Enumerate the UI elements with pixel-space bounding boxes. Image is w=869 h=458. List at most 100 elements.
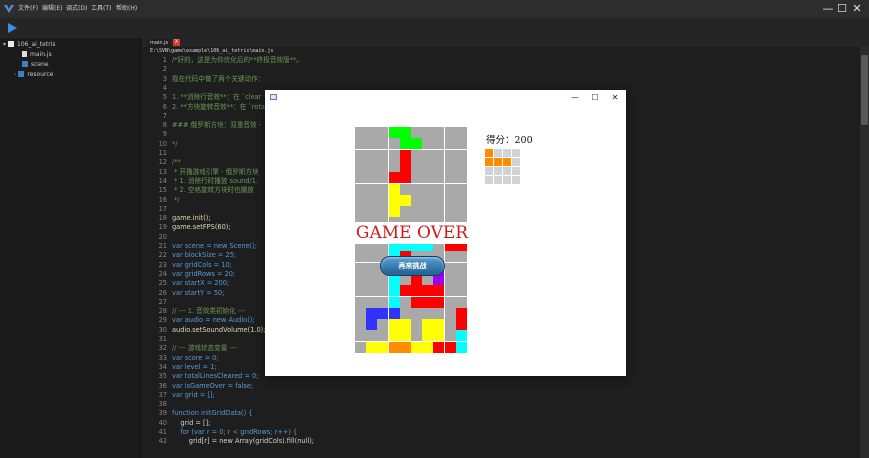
board-cell-empty bbox=[455, 160, 467, 172]
tab-main-js[interactable]: main.js bbox=[147, 39, 172, 47]
line-number: 42 bbox=[158, 437, 167, 446]
line-number: 39 bbox=[158, 409, 167, 418]
game-minimize-icon[interactable]: — bbox=[568, 91, 582, 105]
editor-scrollbar[interactable] bbox=[860, 47, 869, 458]
board-cell-filled bbox=[399, 172, 411, 184]
board-cell-empty bbox=[355, 307, 366, 319]
board-cell-empty bbox=[355, 262, 366, 274]
board-cell-filled bbox=[388, 341, 400, 353]
close-icon[interactable]: ✕ bbox=[850, 2, 864, 16]
code-text: */ bbox=[172, 139, 178, 148]
board-cell-filled bbox=[411, 296, 422, 308]
board-cell-empty bbox=[433, 194, 445, 206]
code-text: 1. **消除行音效**：在 `clear bbox=[172, 93, 262, 102]
retry-button[interactable]: 再來挑战 bbox=[380, 256, 445, 276]
board-cell-filled bbox=[388, 307, 400, 319]
board-cell-filled bbox=[388, 319, 400, 331]
board-cell-filled bbox=[388, 206, 400, 218]
board-cell-filled bbox=[399, 160, 411, 172]
board-cell-empty bbox=[444, 194, 456, 206]
board-cell-empty bbox=[433, 183, 445, 195]
preview-cell-filled bbox=[494, 158, 502, 166]
board-cell-empty bbox=[355, 330, 366, 342]
board-cell-empty bbox=[411, 183, 422, 195]
board-cell-empty bbox=[433, 307, 445, 319]
menu-help[interactable]: 帮助(H) bbox=[116, 3, 137, 15]
line-number: 2 bbox=[162, 65, 167, 74]
tree-item-main-js[interactable]: main.js bbox=[22, 50, 52, 60]
board-cell-filled bbox=[433, 341, 445, 353]
board-cell-filled bbox=[366, 319, 378, 331]
board-cell-filled bbox=[411, 341, 422, 353]
menu-edit[interactable]: 编辑(E) bbox=[42, 3, 62, 15]
menu-tools[interactable]: 工具(T) bbox=[91, 3, 111, 15]
board-cell-empty bbox=[422, 194, 434, 206]
board-cell-empty bbox=[366, 206, 378, 218]
board-cell-empty bbox=[411, 307, 422, 319]
preview-cell-empty bbox=[512, 176, 520, 184]
board-cell-empty bbox=[377, 160, 389, 172]
app-logo-icon bbox=[4, 5, 14, 13]
board-cell-empty bbox=[433, 138, 445, 150]
code-line: 40 grid = []; bbox=[142, 419, 859, 428]
game-maximize-icon[interactable]: ☐ bbox=[588, 91, 602, 105]
board-cell-empty bbox=[377, 194, 389, 206]
code-text: var score = 0; bbox=[172, 353, 219, 362]
board-cell-empty bbox=[444, 273, 456, 285]
tab-close-icon[interactable]: X bbox=[173, 39, 180, 46]
tree-item-project[interactable]: ▾ 106_ai_tetris bbox=[3, 40, 55, 50]
tree-item-resource[interactable]: › resource bbox=[14, 70, 53, 80]
code-text: game.init(); bbox=[172, 214, 211, 223]
game-window: — ☐ ✕ GAME OVER 再來挑战 得分：200 bbox=[265, 90, 626, 376]
line-number: 25 bbox=[158, 279, 167, 288]
board-cell-filled bbox=[399, 194, 411, 206]
next-piece-preview bbox=[485, 149, 525, 189]
board-cell-empty bbox=[355, 183, 366, 195]
menu-debug[interactable]: 调式(D) bbox=[66, 3, 87, 15]
toolbar bbox=[0, 18, 869, 38]
board-cell-empty bbox=[444, 251, 456, 263]
preview-cell-empty bbox=[494, 167, 502, 175]
line-number: 20 bbox=[158, 232, 167, 241]
project-tree: ▾ 106_ai_tetris main.js scene › resource bbox=[0, 38, 141, 458]
tree-item-scene[interactable]: scene bbox=[22, 60, 49, 70]
code-text: audio.setSoundVolume(1.0); bbox=[172, 325, 266, 334]
board-cell-filled bbox=[366, 341, 378, 353]
board-cell-filled bbox=[399, 319, 411, 331]
board-cell-empty bbox=[411, 330, 422, 342]
game-close-icon[interactable]: ✕ bbox=[608, 91, 622, 105]
line-number: 17 bbox=[158, 204, 167, 213]
maximize-icon[interactable]: ☐ bbox=[835, 2, 849, 16]
scrollbar-thumb[interactable] bbox=[861, 55, 868, 125]
board-cell-empty bbox=[444, 183, 456, 195]
code-text: 我在代码中做了两个关键动作： bbox=[172, 74, 265, 83]
board-cell-empty bbox=[355, 149, 366, 161]
preview-cell-empty bbox=[503, 176, 511, 184]
board-cell-empty bbox=[377, 172, 389, 184]
code-text: var scene = new Scene(); bbox=[172, 242, 258, 250]
board-cell-empty bbox=[377, 149, 389, 161]
code-line: 38 bbox=[142, 400, 859, 409]
line-number: 35 bbox=[158, 372, 167, 381]
board-cell-filled bbox=[366, 307, 378, 319]
code-text: game.setFPS(60); bbox=[172, 223, 231, 232]
board-cell-filled bbox=[455, 319, 467, 331]
board-cell-filled bbox=[433, 319, 445, 331]
minimize-icon[interactable]: — bbox=[821, 2, 835, 16]
game-window-titlebar[interactable]: — ☐ ✕ bbox=[265, 90, 626, 106]
project-folder-icon bbox=[8, 41, 15, 47]
line-number: 23 bbox=[158, 260, 167, 269]
preview-cell-empty bbox=[494, 149, 502, 157]
board-cell-empty bbox=[366, 296, 378, 308]
file-path: E:\SVN\game\example\106_ai_tetris\main.j… bbox=[150, 48, 274, 54]
line-number: 33 bbox=[158, 353, 167, 362]
menu-file[interactable]: 文件(F) bbox=[18, 3, 38, 15]
board-cell-empty bbox=[444, 319, 456, 331]
board-cell-empty bbox=[444, 160, 456, 172]
board-cell-empty bbox=[366, 273, 378, 285]
run-play-icon[interactable] bbox=[6, 22, 18, 34]
expand-arrow-icon: › bbox=[14, 71, 17, 78]
line-number: 40 bbox=[158, 418, 167, 427]
code-text: var blockSize = 25; bbox=[172, 251, 237, 260]
line-number: 12 bbox=[158, 158, 167, 167]
